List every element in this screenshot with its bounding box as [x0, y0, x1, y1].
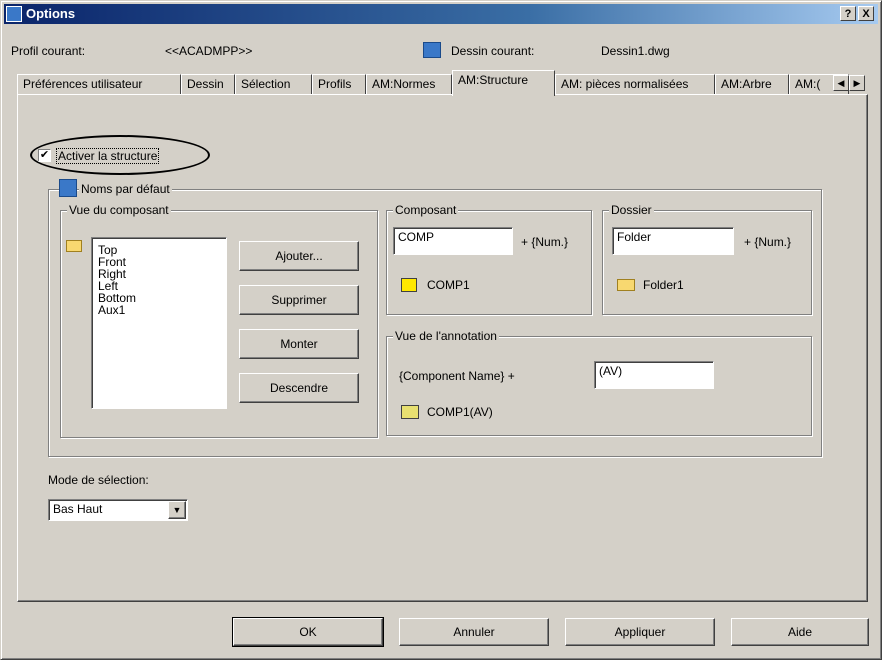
window-title: Options — [26, 6, 76, 21]
tab-profils[interactable]: Profils — [312, 74, 366, 95]
folder-preview-icon — [617, 279, 635, 291]
component-icon — [401, 278, 417, 292]
annotation-preview: COMP1(AV) — [427, 405, 493, 419]
component-name-input[interactable]: COMP — [393, 227, 513, 255]
folder-suffix: + {Num.} — [744, 235, 792, 249]
folder-preview: Folder1 — [643, 278, 684, 292]
profile-value: <<ACADMPP>> — [165, 44, 253, 58]
move-down-button[interactable]: Descendre — [239, 373, 359, 403]
default-names-title: Noms par défaut — [79, 182, 172, 196]
folder-name-input[interactable]: Folder — [612, 227, 734, 255]
component-suffix: + {Num.} — [521, 235, 569, 249]
tab-preferences[interactable]: Préférences utilisateur — [17, 74, 181, 95]
tab-am-normes[interactable]: AM:Normes — [366, 74, 452, 95]
apply-button[interactable]: Appliquer — [565, 618, 715, 646]
component-view-group: Vue du composant Top Front Right Left Bo… — [60, 203, 378, 438]
tab-panel: ✔ Activer la structure Noms par défaut V… — [17, 94, 868, 602]
folder-icon — [66, 240, 82, 252]
chevron-down-icon[interactable]: ▼ — [168, 501, 186, 519]
options-dialog: Options ? X Profil courant: <<ACADMPP>> … — [0, 0, 882, 660]
tab-scroll-left-icon[interactable]: ◀ — [833, 75, 849, 91]
tab-selection[interactable]: Sélection — [235, 74, 312, 95]
annotation-input[interactable]: (AV) — [594, 361, 714, 389]
default-names-group: Noms par défaut Vue du composant Top Fro… — [48, 179, 822, 457]
list-item[interactable]: Aux1 — [98, 304, 125, 316]
delete-button[interactable]: Supprimer — [239, 285, 359, 315]
tab-strip: Préférences utilisateur Dessin Sélection… — [17, 70, 869, 96]
component-group: Composant COMP + {Num.} COMP1 — [386, 203, 592, 315]
help-button[interactable]: Aide — [731, 618, 869, 646]
drawing-icon — [423, 42, 441, 58]
profile-label: Profil courant: — [11, 44, 86, 58]
tab-am-arbre[interactable]: AM:Arbre — [715, 74, 789, 95]
move-up-button[interactable]: Monter — [239, 329, 359, 359]
component-title: Composant — [393, 203, 459, 217]
enable-structure-label[interactable]: Activer la structure — [56, 148, 160, 164]
component-view-title: Vue du composant — [67, 203, 171, 217]
app-icon — [6, 6, 22, 22]
help-title-button[interactable]: ? — [840, 6, 856, 21]
tab-scroll-right-icon[interactable]: ▶ — [849, 75, 865, 91]
ok-button[interactable]: OK — [232, 617, 384, 647]
annotation-view-title: Vue de l'annotation — [393, 329, 499, 343]
component-view-list[interactable]: Top Front Right Left Bottom Aux1 — [91, 237, 227, 409]
tab-dessin[interactable]: Dessin — [181, 74, 235, 95]
add-button[interactable]: Ajouter... — [239, 241, 359, 271]
selection-mode-select[interactable]: Bas Haut ▼ — [48, 499, 188, 521]
tab-am-pieces[interactable]: AM: pièces normalisées — [555, 74, 715, 95]
title-bar[interactable]: Options ? X — [4, 4, 878, 24]
component-preview: COMP1 — [427, 278, 470, 292]
tab-am-structure[interactable]: AM:Structure — [452, 70, 555, 96]
drawing-value: Dessin1.dwg — [601, 44, 670, 58]
selection-mode-label: Mode de sélection: — [48, 473, 149, 487]
folder-group: Dossier Folder + {Num.} Folder1 — [602, 203, 812, 315]
annotation-prefix: {Component Name} + — [399, 369, 515, 383]
folder-title: Dossier — [609, 203, 654, 217]
drawing-label: Dessin courant: — [451, 44, 535, 58]
close-button[interactable]: X — [858, 6, 874, 21]
structure-icon — [59, 179, 77, 197]
annotation-icon — [401, 405, 419, 419]
annotation-view-group: Vue de l'annotation {Component Name} + (… — [386, 329, 812, 436]
enable-structure-checkbox[interactable]: ✔ — [38, 149, 51, 162]
cancel-button[interactable]: Annuler — [399, 618, 549, 646]
